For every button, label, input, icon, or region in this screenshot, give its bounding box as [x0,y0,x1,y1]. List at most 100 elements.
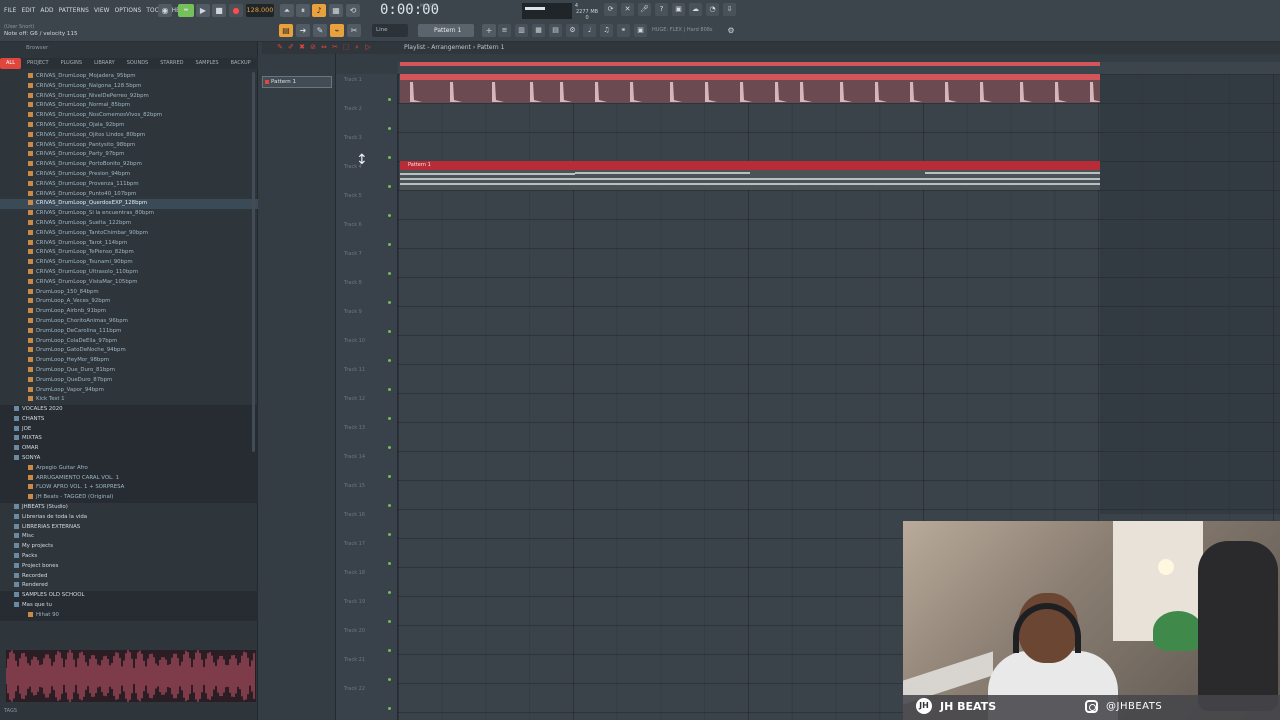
browser-folder[interactable]: Project bones [0,562,258,572]
track-mute-led[interactable] [388,127,391,130]
track-mute-led[interactable] [388,156,391,159]
browser-folder[interactable]: Packs [0,552,258,562]
browser-folder[interactable]: OMAR [0,444,258,455]
browser-file[interactable]: JH Beats - TAGGED (Original) [0,493,258,504]
browser-file[interactable]: CRIVAS_DrumLoop_QuerdoxEXP_128bpm [0,199,258,210]
browser-file[interactable]: DrumLoop_HeyMor_98bpm [0,356,258,366]
magnet-icon[interactable]: ⌁ [330,24,344,37]
browser-file[interactable]: CRIVAS_DrumLoop_Pantysito_98bpm [0,141,258,151]
track-label[interactable]: Track 16 [344,512,365,518]
select-icon[interactable]: ⬚ [342,43,350,51]
feedback-icon[interactable]: ◔ [706,3,719,16]
track-mute-led[interactable] [388,678,391,681]
pattern-selector[interactable]: Pattern 1 [418,24,474,37]
audio-clip-track-1[interactable] [400,74,1100,103]
browser-file[interactable]: CRIVAS_DrumLoop_Tarot_114bpm [0,239,258,249]
browser-tab-starred[interactable]: STARRED [154,58,189,69]
mixer-icon[interactable]: ≡ [498,24,511,37]
zoom-icon[interactable]: ⌕ [353,43,361,51]
track-mute-led[interactable] [388,533,391,536]
pencil-icon[interactable]: ✎ [276,43,284,51]
browser-folder[interactable]: Librerias de toda la vida [0,513,258,523]
browser-tab-plugins[interactable]: PLUGINS [55,58,88,69]
play-button[interactable]: ▶ [196,4,210,17]
metronome-icon[interactable]: ⏶ [280,4,294,17]
browser-folder[interactable]: SONYA [0,454,258,464]
record-button[interactable]: ● [229,4,243,17]
tempo-display[interactable]: 128.000 [246,4,274,17]
tempo-tap-icon[interactable]: ♩ [583,24,596,37]
add-pattern-icon[interactable]: + [482,24,496,37]
track-mute-led[interactable] [388,562,391,565]
slip-icon[interactable]: ⇔ [320,43,328,51]
track-label[interactable]: Track 5 [344,193,362,199]
wait-input-icon[interactable]: ⏸ [296,4,310,17]
loop-marker[interactable] [400,62,1100,66]
loop-record-icon[interactable]: ⟲ [346,4,360,17]
browser-file[interactable]: DrumLoop_DeCarolina_111bpm [0,327,258,337]
stop-button[interactable]: ■ [212,4,226,17]
track-label[interactable]: Track 12 [344,396,365,402]
browser-file[interactable]: CRIVAS_DrumLoop_Presion_94bpm [0,170,258,180]
browser-file[interactable]: DrumLoop_ChoritoAnimas_96bpm [0,317,258,327]
track-label[interactable]: Track 22 [344,686,365,692]
track-label[interactable]: Track 11 [344,367,365,373]
picker-pattern-item[interactable]: Pattern 1 [262,76,332,88]
mute-tool-icon[interactable]: ⊘ [309,43,317,51]
brush-icon[interactable]: ✎ [313,24,327,37]
track-mute-led[interactable] [388,359,391,362]
browser-icon[interactable]: ▤ [549,24,562,37]
browser-file[interactable]: CRIVAS_DrumLoop_VistaMar_105bpm [0,278,258,288]
piano-roll-icon[interactable]: ▦ [532,24,545,37]
browser-file[interactable]: CRIVAS_DrumLoop_Mojadera_95bpm [0,72,258,82]
menu-item-view[interactable]: VIEW [94,6,110,14]
sample-waveform-preview[interactable] [5,650,256,702]
browser-file[interactable]: CRIVAS_DrumLoop_PortoBonito_92bpm [0,160,258,170]
link-icon[interactable]: ⚭ [617,24,630,37]
stacks-icon[interactable]: ▣ [634,24,647,37]
delete-icon[interactable]: ✖ [298,43,306,51]
browser-folder[interactable]: Recorded [0,572,258,582]
record-mode-icon[interactable]: ◉ [158,4,172,17]
pattern-clip-track-4[interactable]: Pattern 1 [400,161,1100,190]
audio-icon[interactable]: ♫ [600,24,613,37]
browser-folder[interactable]: JOE [0,424,258,435]
browser-tab-backup[interactable]: BACKUP [225,58,257,69]
browser-tab-all[interactable]: ALL [0,58,21,69]
browser-file[interactable]: DrumLoop_Airbnb_91bpm [0,307,258,317]
browser-folder[interactable]: MIXTAS [0,434,258,445]
browser-file[interactable]: DrumLoop_Vapor_94bpm [0,386,258,396]
browser-file[interactable]: CRIVAS_DrumLoop_Party_97bpm [0,150,258,160]
menu-item-add[interactable]: ADD [40,6,53,14]
step-edit-icon[interactable]: ▦ [329,4,343,17]
browser-folder[interactable]: SAMPLES OLD SCHOOL [0,591,258,602]
browser-folder[interactable]: LIBRERIAS EXTERNAS [0,523,258,533]
browser-file[interactable]: CRIVAS_DrumLoop_Ojala_92bpm [0,121,258,131]
track-label[interactable]: Track 18 [344,570,365,576]
browser-file[interactable]: Kick Test 1 [0,395,258,405]
track-label[interactable]: Track 6 [344,222,362,228]
browser-file[interactable]: CRIVAS_DrumLoop_NivelDePerreo_92bpm [0,92,258,102]
download-icon[interactable]: ⇩ [723,3,736,16]
track-label[interactable]: Track 7 [344,251,362,257]
mute-icon[interactable]: ✕ [621,3,634,16]
playback-icon[interactable]: ▷ [364,43,372,51]
track-mute-led[interactable] [388,649,391,652]
browser-file[interactable]: CRIVAS_DrumLoop_TantoChimbar_90bpm [0,229,258,239]
track-mute-led[interactable] [388,591,391,594]
browser-file[interactable]: DrumLoop_Que_Duro_81bpm [0,366,258,376]
track-mute-led[interactable] [388,620,391,623]
track-label[interactable]: Track 20 [344,628,365,634]
menu-item-file[interactable]: FILE [4,6,16,14]
track-label[interactable]: Track 19 [344,599,365,605]
track-mute-led[interactable] [388,388,391,391]
browser-file[interactable]: DrumLoop_150_84bpm [0,288,258,298]
track-mute-led[interactable] [388,185,391,188]
browser-file[interactable]: DrumLoop_A_Veces_92bpm [0,297,258,307]
refresh-icon[interactable]: ⟳ [604,3,617,16]
cloud-icon[interactable]: ☁ [689,3,702,16]
playlist-view-icon[interactable]: ▤ [279,24,293,37]
track-label[interactable]: Track 21 [344,657,365,663]
track-mute-led[interactable] [388,446,391,449]
browser-file[interactable]: CRIVAS_DrumLoop_Nalgona_128.5bpm [0,82,258,92]
